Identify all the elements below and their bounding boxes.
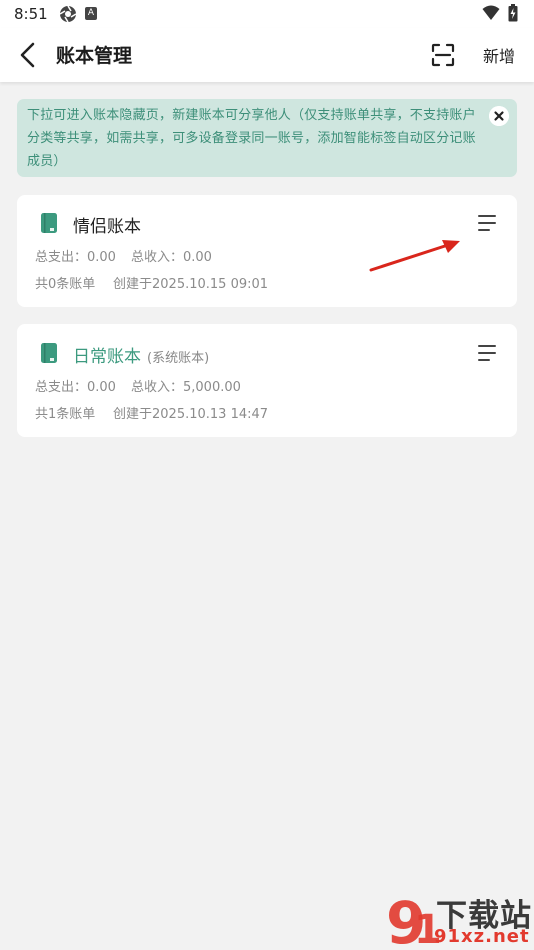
bill-count: 共1条账单 [35, 407, 96, 422]
created-date: 创建于2025.10.15 09:01 [113, 277, 269, 292]
total-income: 总收入：5,000.00 [131, 380, 241, 395]
page-title: 账本管理 [56, 45, 133, 67]
created-date: 创建于2025.10.13 14:47 [113, 407, 269, 422]
battery-icon [508, 4, 518, 22]
add-button[interactable]: 新增 [483, 43, 515, 67]
annotation-arrow-icon [369, 240, 460, 272]
book-name-text: 日常账本 [73, 347, 141, 367]
back-arrow-icon[interactable] [14, 40, 42, 70]
total-expense: 总支出：0.00 [35, 380, 116, 395]
menu-icon[interactable] [477, 344, 497, 362]
wifi-icon [482, 5, 500, 20]
book-name: 日常账本 (系统账本) [73, 342, 209, 367]
notice-banner: 下拉可进入账本隐藏页，新建账本可分享他人（仅支持账单共享，不支持账户分类等共享，… [17, 99, 517, 177]
app-badge-icon: A [85, 7, 97, 20]
notice-text: 下拉可进入账本隐藏页，新建账本可分享他人（仅支持账单共享，不支持账户分类等共享，… [27, 108, 476, 169]
system-book-tag: (系统账本) [147, 351, 210, 366]
watermark-url: 91xz.net [434, 926, 530, 947]
total-income: 总收入：0.00 [131, 250, 212, 265]
book-icon [41, 343, 57, 363]
book-name: 情侣账本 [73, 217, 141, 237]
status-time: 8:51 [14, 5, 48, 23]
app-header: 账本管理 新增 [0, 28, 534, 82]
scan-icon[interactable] [431, 43, 455, 67]
bill-count: 共0条账单 [35, 277, 96, 292]
book-card[interactable]: 日常账本 (系统账本) 总支出：0.00 总收入：5,000.00 共1条账单 创… [17, 324, 517, 437]
book-icon [41, 213, 57, 233]
close-icon[interactable] [489, 106, 509, 126]
aperture-icon [59, 5, 77, 23]
menu-icon[interactable] [477, 214, 497, 232]
status-bar: 8:51 A [0, 0, 534, 28]
total-expense: 总支出：0.00 [35, 250, 116, 265]
